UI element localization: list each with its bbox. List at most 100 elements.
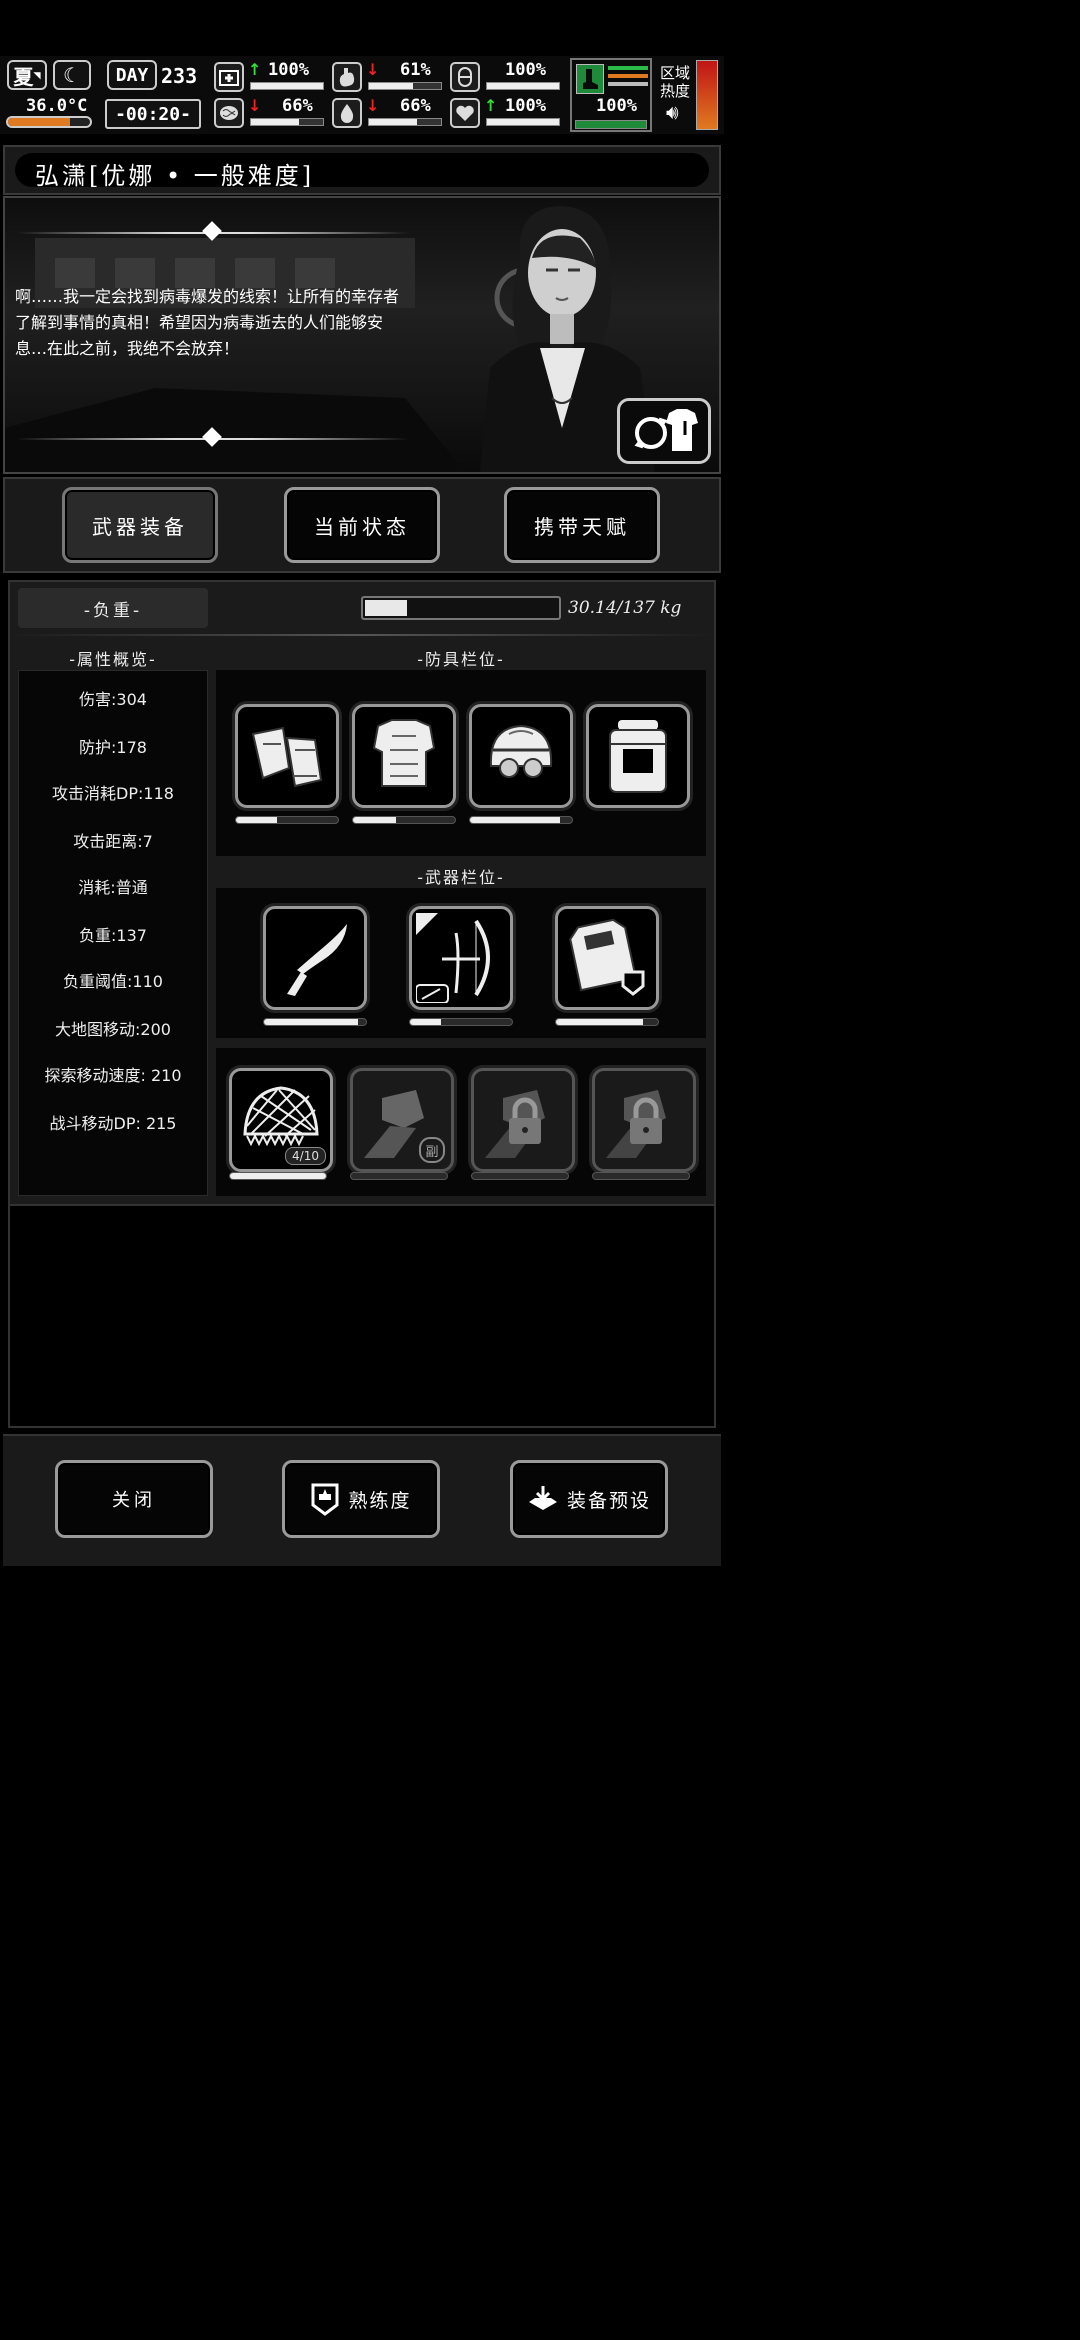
- thermometer-bar: [6, 116, 92, 128]
- offhand-badge: 副: [419, 1137, 445, 1163]
- thirst-bar: [368, 118, 442, 126]
- brain-icon: [214, 98, 244, 128]
- weapon-durability-bar: [409, 1018, 513, 1026]
- extra-durability-bar: [592, 1172, 690, 1180]
- riot-shield-icon: [569, 918, 645, 996]
- equipment-preset-button[interactable]: 装备预设: [510, 1460, 668, 1538]
- speaker-icon[interactable]: 🔊︎: [666, 100, 679, 124]
- stamina-value: 100%: [505, 60, 546, 80]
- stat-damage: 伤害:304: [79, 690, 147, 709]
- bow-icon: [416, 913, 490, 1003]
- ornament-divider-bottom: [17, 427, 409, 447]
- capsule-icon: [450, 62, 480, 92]
- weapon-slots-title: -武器栏位-: [417, 868, 505, 887]
- health-value: 100%: [268, 60, 309, 80]
- extra-slot-offhand[interactable]: 副: [350, 1068, 454, 1172]
- zone-heat-gauge: [696, 60, 718, 130]
- boot-bar: [575, 120, 647, 129]
- day-label: DAY: [107, 60, 157, 90]
- hunger-value: 61%: [400, 60, 431, 80]
- season-badge: 夏 ◥: [7, 60, 47, 90]
- extra-slot-net[interactable]: 4/10: [229, 1068, 333, 1172]
- content-empty-area: [8, 1206, 716, 1428]
- tab-carried-talents[interactable]: 携带天赋: [504, 487, 660, 563]
- health-bar: [250, 82, 324, 90]
- armor-slot-body[interactable]: [352, 704, 456, 808]
- hunger-bar: [368, 82, 442, 90]
- load-label-box: -负重-: [18, 588, 208, 628]
- boot-value: 100%: [596, 96, 637, 116]
- weapon-durability-bar: [263, 1018, 367, 1026]
- character-title: 弘潇[优娜 • 一般难度]: [35, 162, 315, 190]
- tab-weapons-equipment[interactable]: 武器装备: [62, 487, 218, 563]
- stamina-bar: [486, 82, 560, 90]
- gloves-icon: [251, 726, 323, 788]
- water-drop-icon: [332, 98, 362, 128]
- stat-combat-movement-dp: 战斗移动DP: 215: [49, 1114, 177, 1133]
- temperature-readout: 36.0°C: [26, 96, 88, 116]
- armor-durability-bar: [235, 816, 339, 824]
- locked-icon: [485, 1090, 545, 1158]
- clock-readout: -00:20-: [105, 99, 201, 129]
- backpack-icon: [609, 720, 667, 793]
- preset-icon: [528, 1486, 557, 1510]
- extra-durability-bar: [229, 1172, 327, 1180]
- trend-up-icon: ↑: [248, 60, 262, 79]
- heart-icon: [450, 98, 480, 128]
- armor-durability-bar: [352, 816, 456, 824]
- heart-value: 100%: [505, 96, 546, 116]
- load-value: 30.14/137 kg: [568, 598, 682, 618]
- proficiency-icon: [311, 1483, 339, 1516]
- extra-durability-bar: [471, 1172, 569, 1180]
- thirst-value: 66%: [400, 96, 431, 116]
- character-portrait-panel: 啊……我一定会找到病毒爆发的线索！让所有的幸存者了解到事情的真相！希望因为病毒逝…: [3, 196, 721, 474]
- trend-down-icon: ↓: [366, 96, 380, 115]
- heart-bar: [486, 118, 560, 126]
- armor-slot-gloves[interactable]: [235, 704, 339, 808]
- zone-heat-label: 区域 热度: [660, 64, 691, 100]
- close-button[interactable]: 关闭: [55, 1460, 213, 1538]
- stat-carry-weight: 负重:137: [79, 926, 147, 945]
- trend-up-icon: ↑: [484, 96, 498, 115]
- load-bar: [361, 596, 561, 620]
- armor-slot-helmet[interactable]: [469, 704, 573, 808]
- weapon-slot-primary[interactable]: [263, 906, 367, 1010]
- load-label: -负重-: [83, 600, 143, 621]
- boot-icon: [576, 64, 604, 94]
- ornament-divider-top: [17, 221, 409, 241]
- trend-down-icon: ↓: [248, 96, 262, 115]
- sanity-value: 66%: [282, 96, 313, 116]
- weapon-slot-secondary[interactable]: [409, 906, 513, 1010]
- stat-attack-dp-cost: 攻击消耗DP:118: [52, 784, 174, 803]
- body-armor-icon: [372, 719, 436, 787]
- trend-down-icon: ↓: [366, 60, 380, 79]
- proficiency-button[interactable]: 熟练度: [282, 1460, 440, 1538]
- moon-icon: ☾: [53, 60, 91, 90]
- extra-slot-locked-1[interactable]: [471, 1068, 575, 1172]
- weapon-slot-shield[interactable]: [555, 906, 659, 1010]
- character-quote: 啊……我一定会找到病毒爆发的线索！让所有的幸存者了解到事情的真相！希望因为病毒逝…: [15, 287, 400, 358]
- stat-explore-speed: 探索移动速度: 210: [44, 1066, 182, 1085]
- armor-slot-backpack[interactable]: [586, 704, 690, 808]
- boot-stripes: [608, 66, 648, 86]
- change-outfit-button[interactable]: [617, 398, 711, 464]
- armor-durability-bar: [469, 816, 573, 824]
- helmet-icon: [489, 724, 553, 778]
- change-outfit-icon: [634, 409, 698, 451]
- tab-current-status[interactable]: 当前状态: [284, 487, 440, 563]
- extra-slot-locked-2[interactable]: [592, 1068, 696, 1172]
- boot-status-panel: 100%: [570, 58, 652, 132]
- stomach-icon: [332, 62, 362, 92]
- machete-icon: [287, 924, 347, 996]
- medkit-icon: [214, 62, 244, 92]
- stat-map-movement: 大地图移动:200: [55, 1020, 171, 1039]
- weapon-durability-bar: [555, 1018, 659, 1026]
- day-counter: 233: [161, 64, 198, 88]
- net-count-badge: 4/10: [285, 1147, 326, 1165]
- armor-slots-title: -防具栏位-: [417, 650, 505, 669]
- stats-title: -属性概览-: [69, 650, 157, 669]
- stat-defense: 防护:178: [79, 738, 147, 757]
- extra-durability-bar: [350, 1172, 448, 1180]
- character-title-bar: 弘潇[优娜 • 一般难度]: [3, 145, 721, 195]
- sanity-bar: [250, 118, 324, 126]
